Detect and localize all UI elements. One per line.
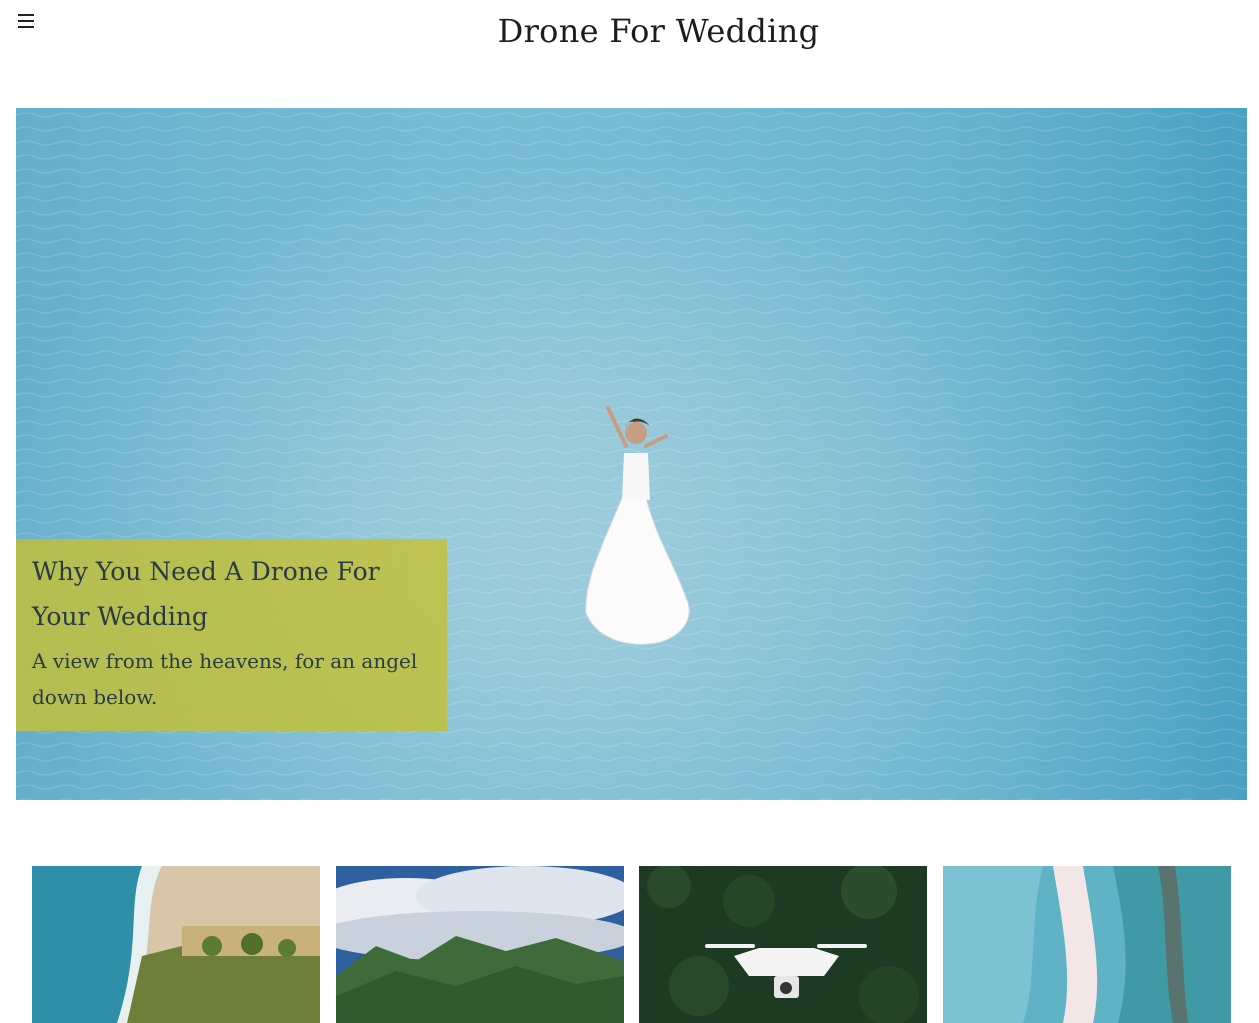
thumbnail-card[interactable] (943, 866, 1231, 1023)
white-drone-over-forest-image (639, 866, 927, 1023)
aerial-coastline-image (32, 866, 320, 1023)
mountain-clouds-image (336, 866, 624, 1023)
thumbnail-card[interactable] (336, 866, 624, 1023)
hero-caption-box: Why You Need A Drone For Your Wedding A … (16, 539, 447, 731)
thumbnail-card[interactable] (639, 866, 927, 1023)
hero-subtitle: A view from the heavens, for an angel do… (32, 649, 418, 709)
hero-title[interactable]: Why You Need A Drone For Your Wedding (32, 549, 431, 639)
thumbnail-card[interactable] (32, 866, 320, 1023)
aerial-sandbar-lagoon-image (943, 866, 1231, 1023)
site-title[interactable]: Drone For Wedding (0, 12, 1259, 50)
site-header: Drone For Wedding (0, 0, 1259, 70)
thumbnail-grid (32, 866, 1231, 1023)
hero-feature[interactable]: Why You Need A Drone For Your Wedding A … (16, 108, 1247, 800)
